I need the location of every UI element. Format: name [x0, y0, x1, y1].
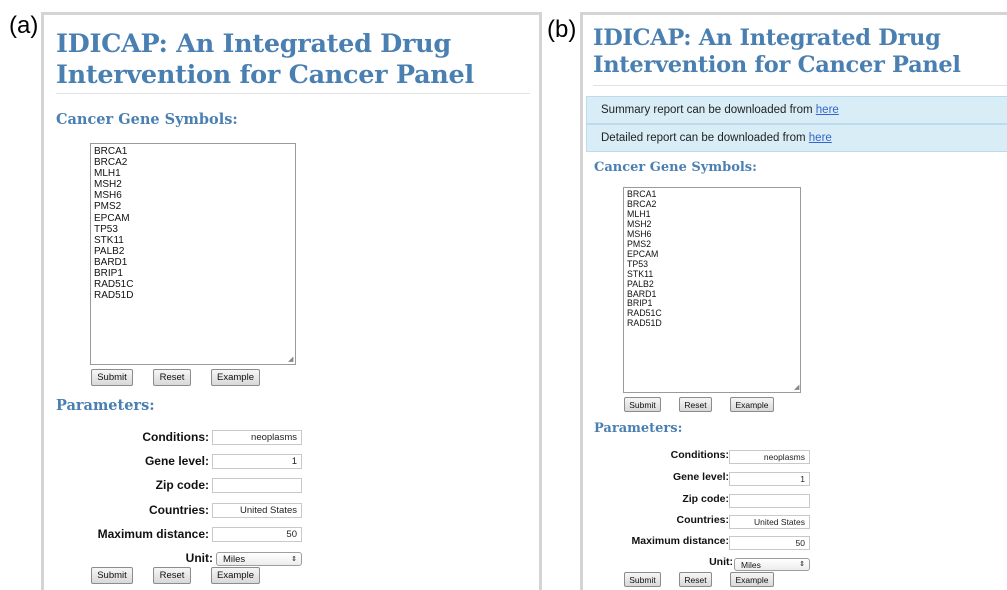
reset-button[interactable]: Reset [153, 567, 191, 584]
max-distance-label: Maximum distance: [97, 527, 209, 541]
unit-label: Unit: [709, 556, 733, 568]
parameters-heading: Parameters: [594, 421, 683, 436]
genes-heading: Cancer Gene Symbols: [56, 111, 238, 128]
unit-select-value: Miles [223, 554, 246, 565]
unit-select-value: Miles [741, 560, 761, 570]
conditions-input[interactable] [729, 450, 810, 464]
panel-a-window: IDICAP: An Integrated Drug Intervention … [41, 12, 542, 590]
resize-grip-icon[interactable]: ◢ [794, 384, 800, 391]
summary-report-text: Summary report can be downloaded from [601, 104, 813, 116]
example-button[interactable]: Example [730, 572, 774, 587]
max-distance-input[interactable] [212, 527, 302, 542]
example-button[interactable]: Example [211, 567, 260, 584]
zip-code-label: Zip code: [155, 478, 209, 492]
conditions-label: Conditions: [142, 430, 209, 444]
detailed-report-text: Detailed report can be downloaded from [601, 132, 806, 144]
submit-button[interactable]: Submit [624, 572, 661, 587]
max-distance-label: Maximum distance: [631, 535, 729, 547]
gene-symbols-textarea[interactable]: BRCA1 BRCA2 MLH1 MSH2 MSH6 PMS2 EPCAM TP… [90, 143, 296, 365]
panel-b-window: IDICAP: An Integrated Drug Intervention … [580, 12, 1007, 590]
countries-input[interactable] [729, 515, 810, 529]
title-divider [56, 93, 530, 94]
zip-code-input[interactable] [729, 494, 810, 508]
countries-label: Countries: [676, 514, 730, 526]
gene-symbols-textarea[interactable]: BRCA1 BRCA2 MLH1 MSH2 MSH6 PMS2 EPCAM TP… [623, 187, 801, 393]
page-title-text: IDICAP: An Integrated Drug Intervention … [56, 29, 474, 90]
unit-select[interactable]: Miles ⇕ [216, 552, 302, 566]
resize-grip-icon[interactable]: ◢ [288, 356, 294, 363]
example-button[interactable]: Example [211, 369, 260, 386]
detailed-report-notice: Detailed report can be downloaded from h… [586, 124, 1007, 152]
page-title: IDICAP: An Integrated Drug Intervention … [593, 25, 1007, 79]
summary-report-notice: Summary report can be downloaded from he… [586, 96, 1007, 124]
updown-arrows-icon: ⇕ [799, 561, 805, 568]
gene-level-input[interactable] [729, 472, 810, 486]
genes-heading: Cancer Gene Symbols: [594, 160, 757, 175]
countries-label: Countries: [149, 503, 209, 517]
parameters-heading: Parameters: [56, 397, 155, 414]
max-distance-input[interactable] [729, 536, 810, 550]
panel-b-label: (b) [547, 16, 577, 43]
panel-a-label: (a) [9, 12, 39, 39]
updown-arrows-icon: ⇕ [291, 556, 297, 563]
page-title-text: IDICAP: An Integrated Drug Intervention … [593, 25, 961, 78]
page-title: IDICAP: An Integrated Drug Intervention … [56, 29, 539, 90]
example-button[interactable]: Example [730, 397, 774, 412]
submit-button[interactable]: Submit [91, 567, 133, 584]
submit-button[interactable]: Submit [91, 369, 133, 386]
zip-code-label: Zip code: [682, 493, 729, 505]
conditions-label: Conditions: [670, 449, 729, 461]
reset-button[interactable]: Reset [153, 369, 191, 386]
submit-button[interactable]: Submit [624, 397, 661, 412]
countries-input[interactable] [212, 503, 302, 518]
detailed-report-link[interactable]: here [809, 132, 832, 144]
conditions-input[interactable] [212, 430, 302, 445]
unit-label: Unit: [185, 551, 213, 565]
gene-level-label: Gene level: [144, 454, 209, 468]
summary-report-link[interactable]: here [816, 104, 839, 116]
zip-code-input[interactable] [212, 478, 302, 493]
gene-level-input[interactable] [212, 454, 302, 469]
title-divider [593, 85, 1007, 86]
reset-button[interactable]: Reset [679, 397, 712, 412]
unit-select[interactable]: Miles ⇕ [734, 558, 810, 571]
gene-level-label: Gene level: [672, 471, 729, 483]
reset-button[interactable]: Reset [679, 572, 712, 587]
